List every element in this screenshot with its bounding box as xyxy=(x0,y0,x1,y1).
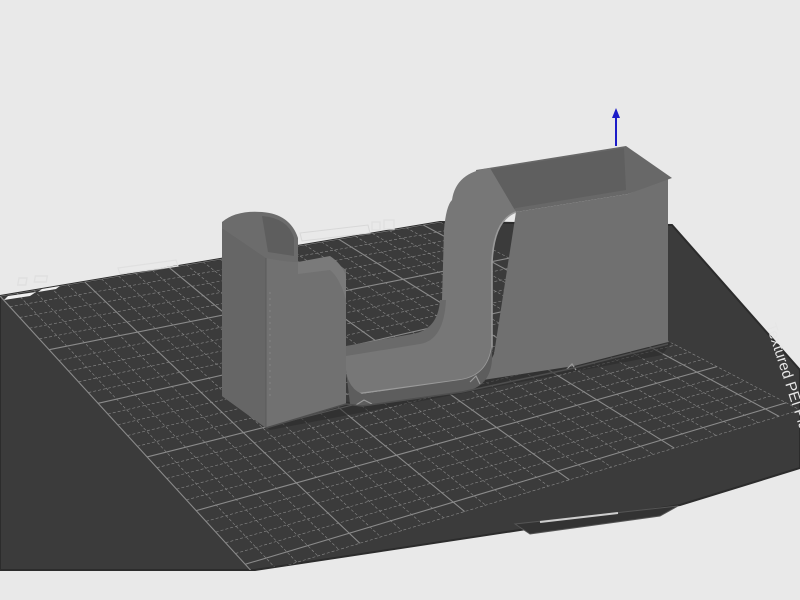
z-axis-gizmo[interactable] xyxy=(612,108,620,146)
scene-canvas[interactable]: Textured PEI Plate xyxy=(0,0,800,600)
3d-viewport[interactable]: Textured PEI Plate xyxy=(0,0,800,600)
z-axis-arrow-icon xyxy=(612,108,620,118)
model-left-block-side xyxy=(222,228,266,428)
